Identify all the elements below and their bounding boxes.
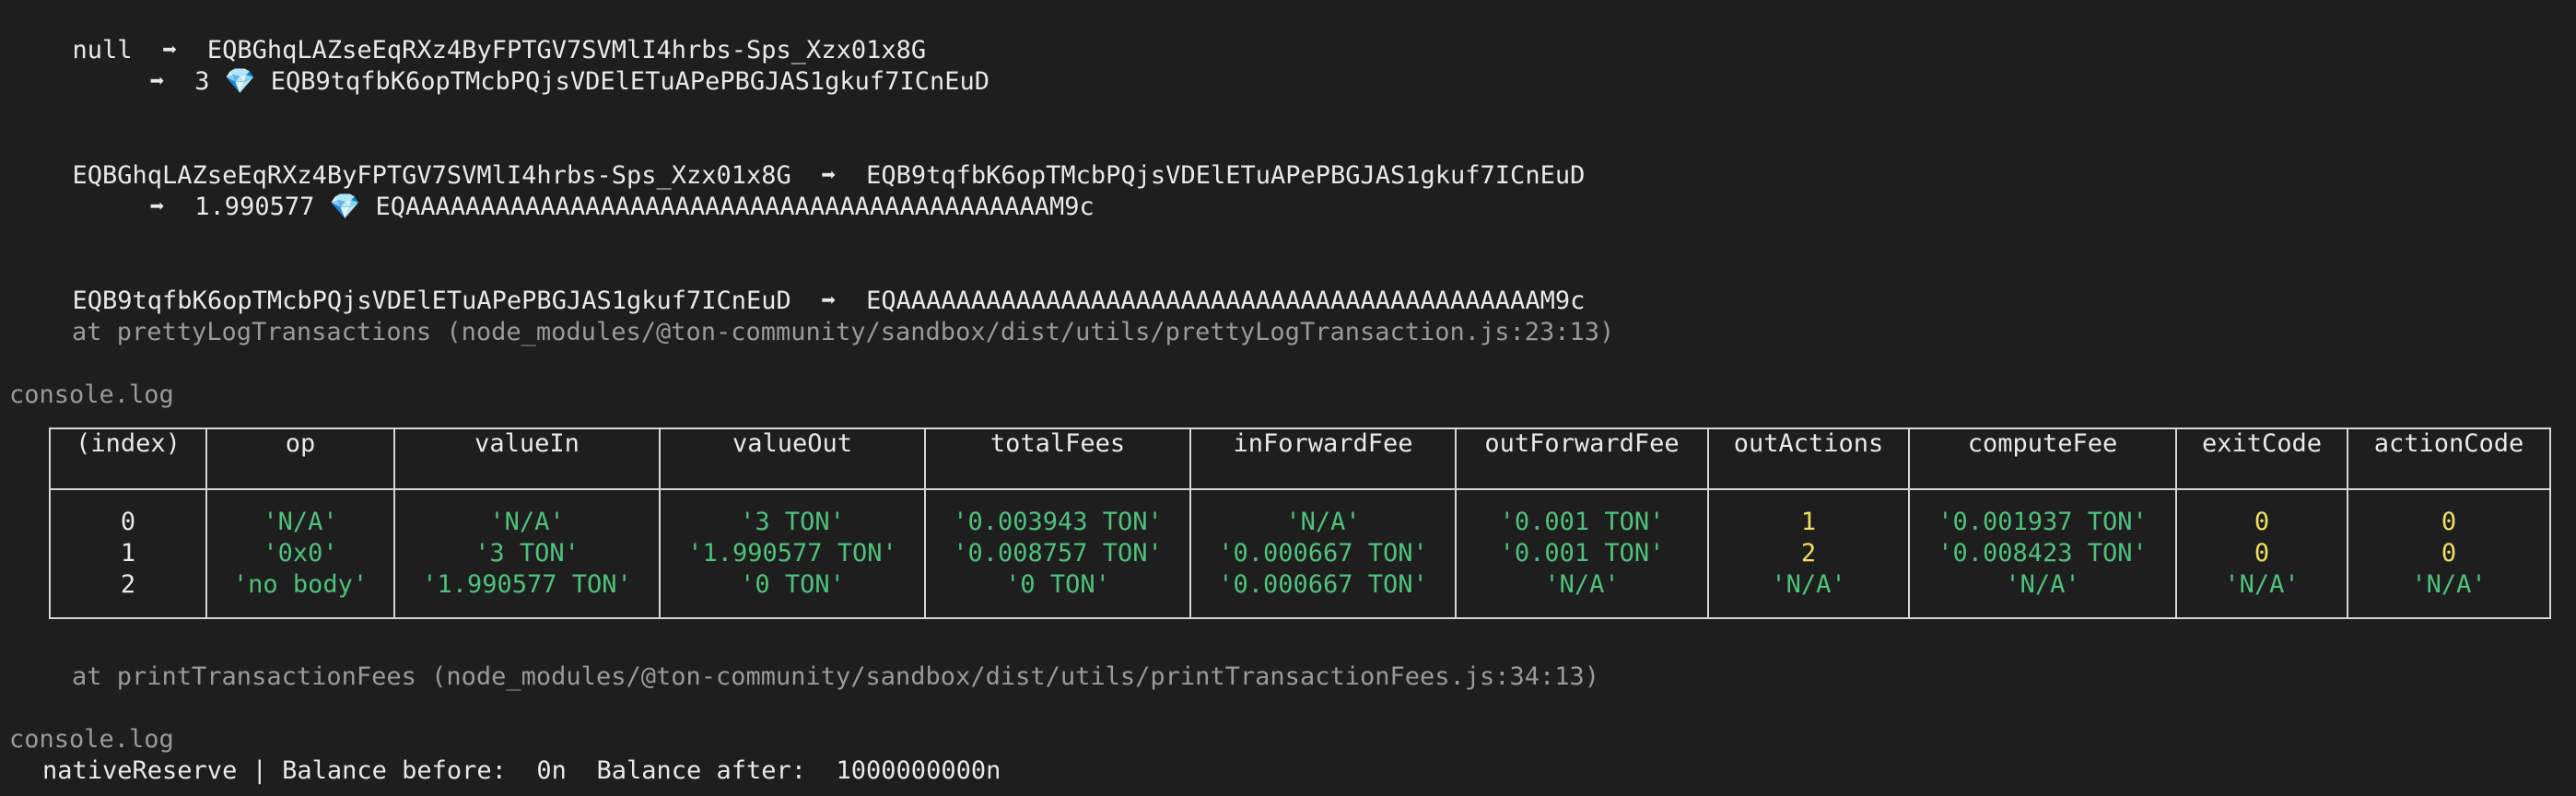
column-header: outForwardFee [1455,427,1709,490]
table-cell: '0 TON' [924,569,1191,619]
column-header: valueIn [393,427,661,490]
amount: 1.990577 [194,193,315,221]
dest-address: EQB9tqfbK6opTMcbPQjsVDElETuAPePBGJAS1gku… [270,67,989,96]
table-cell: '0.008757 TON' [924,538,1191,569]
gem-icon: 💎 [329,193,361,221]
column-header: inForwardFee [1189,427,1457,490]
table-cell: 'N/A' [205,489,395,538]
column-header: totalFees [924,427,1191,490]
table-cell: '0 TON' [659,569,926,619]
column-header: actionCode [2347,427,2551,490]
table-cell: 1 [1707,489,1910,538]
to-address: EQAAAAAAAAAAAAAAAAAAAAAAAAAAAAAAAAAAAAAA… [866,287,1586,315]
column-header: (index) [49,427,207,490]
table-cell: '0.001 TON' [1455,489,1709,538]
console-log-label: console.log [9,725,174,754]
table-cell: 'N/A' [1908,569,2177,619]
column-header: op [205,427,395,490]
stack-trace-line: at printTransactionFees (node_modules/@t… [72,662,1600,691]
table-cell: 0 [2175,489,2348,538]
table-cell: 'N/A' [2347,569,2551,619]
console-log-label: console.log [9,380,174,409]
arrow-icon: ➡ [149,193,165,221]
table-cell: '3 TON' [659,489,926,538]
native-reserve-line: nativeReserve | Balance before: 0n Balan… [42,756,1001,785]
table-cell: '0.008423 TON' [1908,538,2177,569]
table-cell: 'N/A' [393,489,661,538]
log-line-4: ➡ 1.990577 💎 EQAAAAAAAAAAAAAAAAAAAAAAAAA… [120,160,1095,223]
column-header: computeFee [1908,427,2177,490]
gem-icon: 💎 [224,67,256,96]
table-header-row: (index) op valueIn valueOut totalFees inForwa… [49,427,2551,490]
table-cell: 'N/A' [1455,569,1709,619]
table-row: 0 'N/A' 'N/A' '3 TON' '0.003943 TON' 'N/A' '0.… [49,489,2551,538]
from-address: EQB9tqfbK6opTMcbPQjsVDElETuAPePBGJAS1gku… [72,287,791,315]
table-cell: '0.001937 TON' [1908,489,2177,538]
dest-address: EQAAAAAAAAAAAAAAAAAAAAAAAAAAAAAAAAAAAAAA… [375,193,1095,221]
column-header: outActions [1707,427,1910,490]
table-cell: '0.001 TON' [1455,538,1709,569]
table-cell: 0 [2347,538,2551,569]
table-cell: 2 [49,569,207,619]
arrow-icon: ➡ [821,287,837,315]
log-line-2: ➡ 3 💎 EQB9tqfbK6opTMcbPQjsVDElETuAPePBGJ… [120,35,989,98]
arrow-icon: ➡ [149,67,165,96]
stack-trace-line: at prettyLogTransactions (node_modules/@… [72,318,1615,346]
table-cell: '1.990577 TON' [393,569,661,619]
table-cell: '0.000667 TON' [1189,538,1457,569]
table-cell: '0.000667 TON' [1189,569,1457,619]
table-cell: '0.003943 TON' [924,489,1191,538]
log-line-5: EQB9tqfbK6opTMcbPQjsVDElETuAPePBGJAS1gku… [42,254,1586,317]
amount: 3 [194,67,210,96]
table-cell: 0 [49,489,207,538]
column-header: valueOut [659,427,926,490]
column-header: exitCode [2175,427,2348,490]
table-row: 1'0x0' '3 TON' '1.990577 TON' '0.008757 TON… [49,538,2551,569]
table-cell: 'N/A' [2175,569,2348,619]
table-cell: '1.990577 TON' [659,538,926,569]
table-cell: 'no body' [205,569,395,619]
table-cell: '0x0' [205,538,395,569]
table-cell: '3 TON' [393,538,661,569]
table-cell: 0 [2347,489,2551,538]
table-cell: 1 [49,538,207,569]
table-body: 0 'N/A' 'N/A' '3 TON' '0.003943 TON' 'N/A' '0.… [49,489,2551,619]
table-cell: 'N/A' [1707,569,1910,619]
table-cell: 'N/A' [1189,489,1457,538]
transactions-table: (index) op valueIn valueOut totalFees inForwa… [49,427,2551,619]
table-row: 2'no body' '1.990577 TON' '0 TON' '0 TON' '0… [49,569,2551,619]
table-cell: 2 [1707,538,1910,569]
table-cell: 0 [2175,538,2348,569]
